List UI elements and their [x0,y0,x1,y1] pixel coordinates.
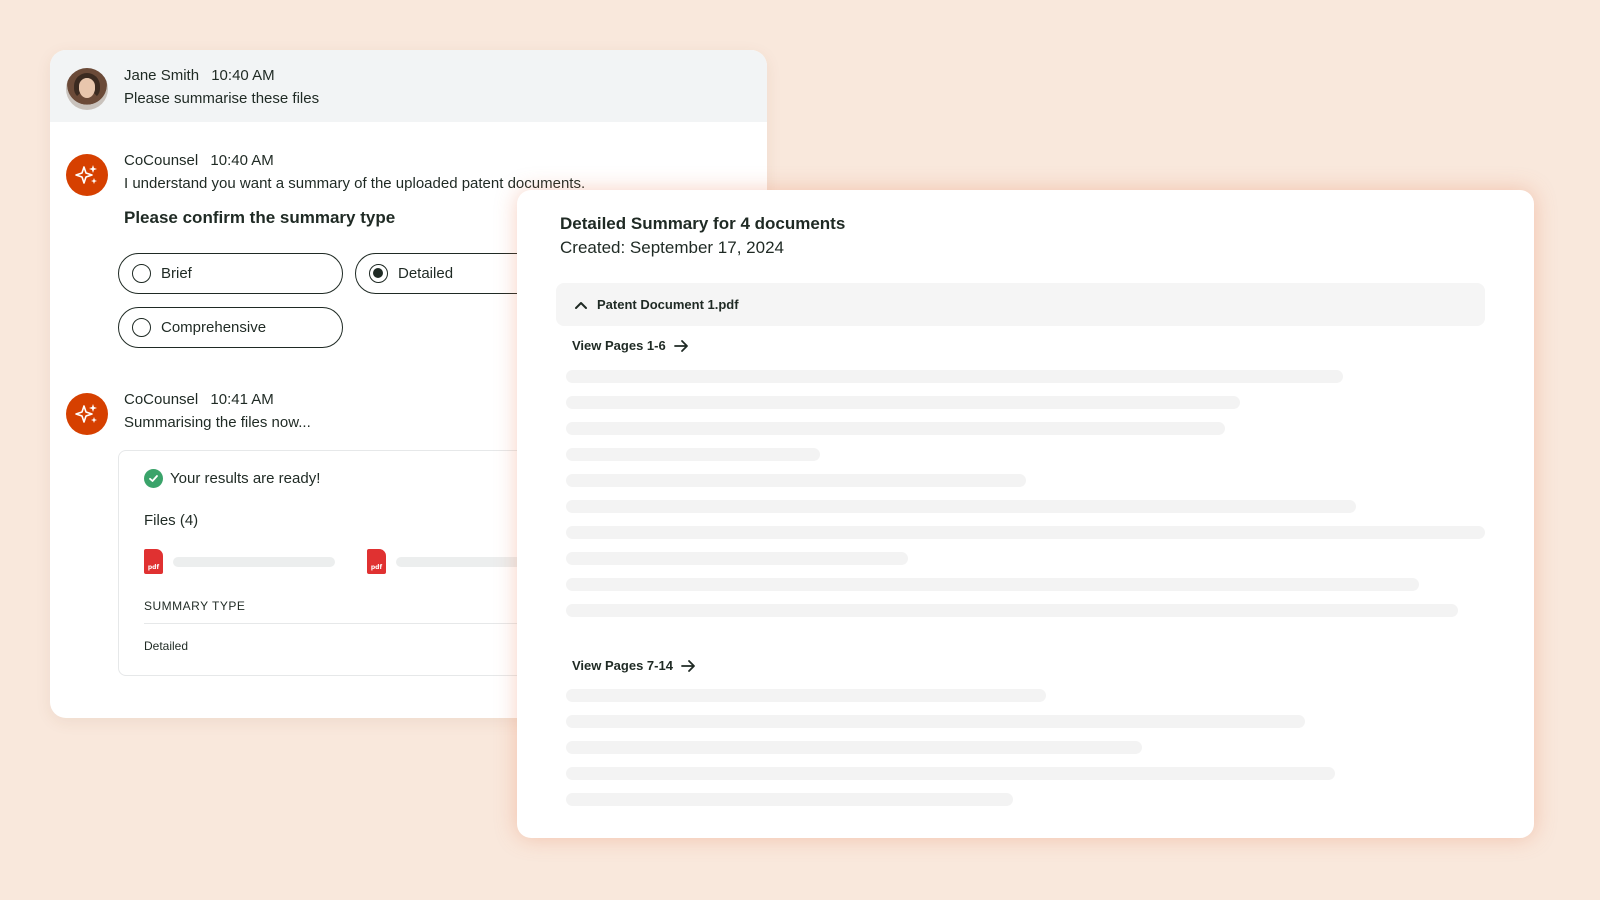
sparkle-icon [66,393,108,435]
sparkle-icon [66,154,108,196]
radio-checked-icon [369,264,388,283]
bot-message-time: 10:41 AM [210,391,274,408]
option-label: Comprehensive [161,319,267,336]
files-label: Files (4) [144,512,199,529]
option-comprehensive[interactable]: Comprehensive [118,307,343,348]
document-accordion-header[interactable]: Patent Document 1.pdf [556,283,1485,326]
text-placeholder-line [566,604,1458,617]
text-placeholder-line [566,767,1335,780]
bot-message-text: I understand you want a summary of the u… [124,175,586,192]
text-placeholder-line [566,500,1356,513]
view-pages-label: View Pages 1-6 [572,338,666,353]
text-placeholder-line [566,396,1240,409]
arrow-right-icon [681,659,695,672]
text-placeholder-line [566,526,1485,539]
text-placeholder-line [566,689,1046,702]
confirm-summary-title: Please confirm the summary type [124,208,396,227]
summary-panel: Detailed Summary for 4 documents Created… [517,190,1534,838]
pdf-file-icon: pdf [144,549,163,574]
text-placeholder-line [566,715,1305,728]
text-placeholder-line [566,370,1343,383]
view-pages-link[interactable]: View Pages 1-6 [572,338,689,353]
user-name: Jane Smith [124,67,200,84]
text-placeholder-line [566,741,1142,754]
text-placeholder-line [566,474,1026,487]
results-ready: Your results are ready! [144,469,320,488]
option-brief[interactable]: Brief [118,253,343,294]
text-placeholder-line [566,578,1419,591]
user-message-text: Please summarise these files [124,90,320,107]
user-message: Jane Smith 10:40 AM Please summarise the… [50,50,767,122]
view-pages-link[interactable]: View Pages 7-14 [572,658,696,673]
bot-name: CoCounsel [124,152,199,169]
arrow-right-icon [673,339,688,352]
text-placeholder-line [566,422,1225,435]
user-message-header: Jane Smith 10:40 AM [124,67,275,84]
check-circle-icon [144,469,163,488]
pdf-file-icon: pdf [367,549,386,574]
text-placeholder-line [566,448,820,461]
bot-name: CoCounsel [124,391,199,408]
text-placeholder-line [566,793,1013,806]
radio-icon [132,318,151,337]
bot-message-text: Summarising the files now... [124,414,311,431]
text-placeholder-line [566,552,908,565]
bot-message-time: 10:40 AM [210,152,274,169]
summary-title: Detailed Summary for 4 documents [560,214,846,233]
document-name: Patent Document 1.pdf [597,297,739,312]
user-message-time: 10:40 AM [211,67,275,84]
file-name-placeholder [173,556,335,567]
option-label: Detailed [398,265,454,282]
radio-icon [132,264,151,283]
option-label: Brief [161,265,192,282]
summary-type-value: Detailed [144,639,189,653]
results-ready-text: Your results are ready! [170,470,321,487]
user-avatar [66,68,108,110]
bot-message-header: CoCounsel 10:40 AM [124,152,274,169]
summary-created-date: Created: September 17, 2024 [560,238,784,257]
chevron-up-icon [575,301,587,309]
view-pages-label: View Pages 7-14 [572,658,673,673]
file-item[interactable]: pdf [144,549,335,574]
summary-type-label: SUMMARY TYPE [144,599,246,613]
bot-message-header: CoCounsel 10:41 AM [124,391,274,408]
